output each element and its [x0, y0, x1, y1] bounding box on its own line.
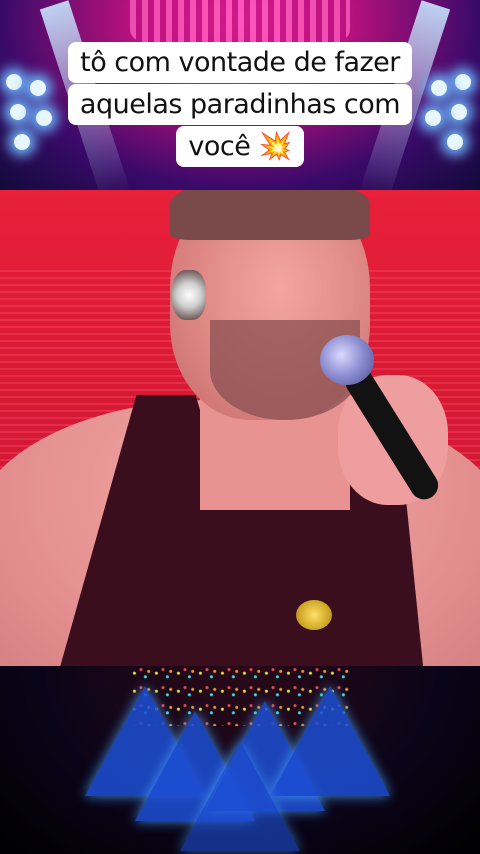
shirt-pin [296, 600, 332, 630]
singer-video [0, 190, 480, 666]
caption-line-2: aquelas paradinhas com [67, 84, 413, 125]
microphone-head [320, 335, 374, 385]
light-triangle [180, 741, 300, 851]
in-ear-monitor [172, 270, 206, 320]
caption-line-1: tô com vontade de fazer [68, 42, 412, 83]
stage-lights-bottom [0, 666, 480, 854]
caption-bubble: tô com vontade de fazer aquelas paradinh… [0, 42, 480, 168]
video-frame: tô com vontade de fazer aquelas paradinh… [0, 0, 480, 854]
caption-line-3: você 💥 [176, 126, 304, 167]
hair [170, 190, 370, 240]
